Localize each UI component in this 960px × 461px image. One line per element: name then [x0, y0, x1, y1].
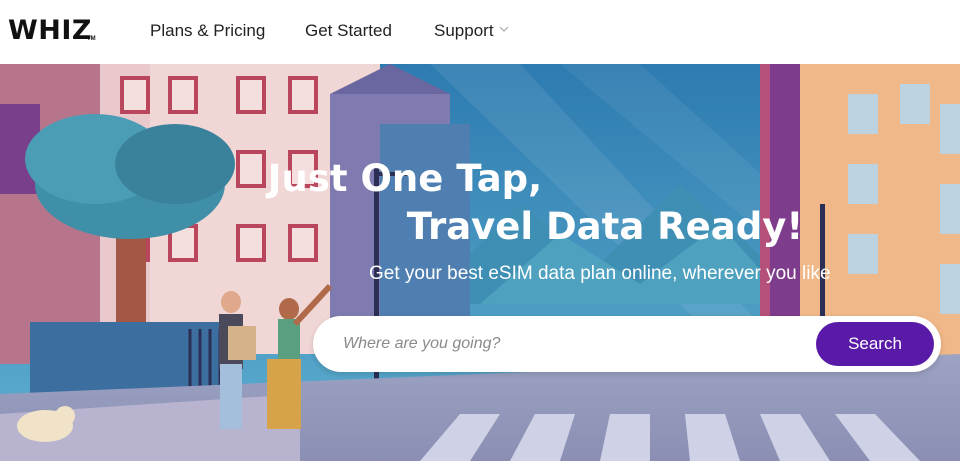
search-button[interactable]: Search: [816, 322, 934, 366]
nav-support-label: Support: [434, 21, 494, 40]
hero-title-line-2: Travel Data Ready!: [406, 205, 804, 248]
destination-search-input[interactable]: [343, 330, 803, 358]
nav-get-started[interactable]: Get Started: [305, 21, 392, 41]
nav-support[interactable]: Support: [434, 21, 510, 41]
hero-section: Just One Tap, Travel Data Ready! Get you…: [0, 64, 960, 461]
chevron-down-icon: [499, 26, 508, 32]
hero-title-line-1: Just One Tap,: [267, 157, 543, 200]
destination-search-bar: Search: [313, 316, 941, 372]
hero-subtitle: Get your best eSIM data plan online, whe…: [369, 263, 831, 284]
whiz-logo[interactable]: WHIZ: [8, 15, 92, 46]
nav-plans-pricing[interactable]: Plans & Pricing: [150, 21, 265, 41]
logo-trademark: TM: [87, 36, 96, 42]
site-header: WHIZ TM Plans & Pricing Get Started Supp…: [0, 0, 960, 64]
